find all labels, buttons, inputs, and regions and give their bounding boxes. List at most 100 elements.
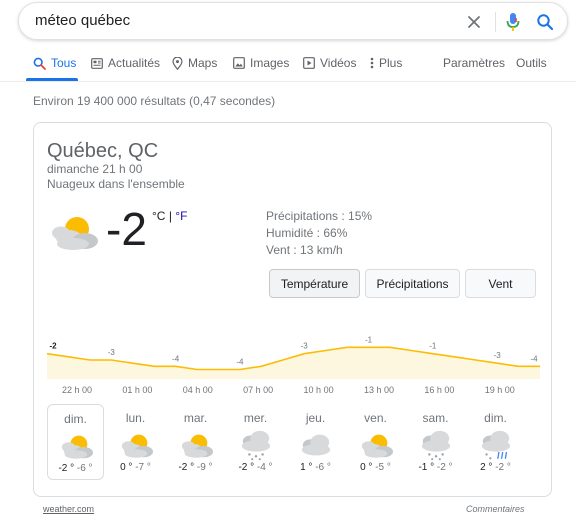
snow-icon [241,430,270,461]
forecast-day[interactable]: sam. -1 ° -2 ° [407,404,464,480]
day-temps: -2 ° -6 ° [48,463,103,474]
tab-more[interactable]: Plus [370,56,402,70]
high-temp: -2 ° [178,462,195,473]
daily-forecast: dim. -2 ° -6 ° lun. 0 ° -7 ° mar. -2 ° -9 ° me… [47,404,527,484]
day-temps: -1 ° -2 ° [407,462,464,473]
celsius-toggle[interactable]: °C [152,209,165,223]
tab-label: Maps [188,56,218,70]
forecast-day[interactable]: dim. 2 ° -2 ° [467,404,524,480]
current-temperature: -2 [106,203,147,255]
tab-label: Images [250,56,290,70]
high-temp: -1 ° [418,462,435,473]
clear-icon[interactable] [462,10,486,34]
map-pin-icon [172,56,183,70]
day-temps: -2 ° -4 ° [227,462,284,473]
low-temp: -6 ° [76,463,93,474]
news-icon [91,57,103,69]
high-temp: 2 ° [480,462,493,473]
low-temp: -5 ° [375,462,391,473]
forecast-day[interactable]: jeu. 1 ° -6 ° [287,404,344,480]
tab-label: Tous [51,56,77,70]
forecast-day[interactable]: dim. -2 ° -6 ° [47,404,104,480]
day-name: jeu. [305,411,326,425]
search-bar[interactable]: méteo québec [18,2,568,40]
search-icon [33,57,46,70]
rain-snow-icon [481,430,510,460]
tab-videos[interactable]: Vidéos [303,56,356,70]
settings-link[interactable]: Paramètres [443,56,505,70]
partly-cloudy-icon [181,434,213,458]
weather-details: Précipitations : 15% Humidité : 66% Vent… [266,208,372,259]
tab-label: Actualités [108,56,161,70]
partly-cloudy-icon [52,217,98,250]
search-input[interactable]: méteo québec [35,12,130,29]
hour-tick: 16 h 00 [424,385,455,395]
day-name: mer. [243,411,268,425]
chart-data-label: -3 [108,348,116,357]
unit-separator: | [168,209,172,223]
day-temps: -2 ° -9 ° [167,462,224,473]
hour-tick: 13 h 00 [363,385,394,395]
feedback-link[interactable]: Commentaires [466,504,525,514]
chart-data-label: -4 [172,354,180,363]
day-name: mar. [183,411,208,425]
high-temp: 1 ° [300,462,313,473]
fahrenheit-toggle[interactable]: °F [175,209,187,223]
weather-location: Québec, QC [47,140,159,162]
wind-button[interactable]: Vent [465,269,536,298]
day-temps: 0 ° -7 ° [107,462,164,473]
low-temp: -2 ° [436,462,453,473]
precipitation-value: Précipitations : 15% [266,209,373,223]
hour-tick: 04 h 00 [182,385,213,395]
tab-maps[interactable]: Maps [172,56,217,70]
more-vertical-icon [370,57,374,69]
high-temp: -2 ° [238,462,255,473]
weather-condition: Nuageux dans l'ensemble [47,177,185,191]
search-icon[interactable] [533,10,557,34]
tab-images[interactable]: Images [233,56,289,70]
chart-data-label: -4 [236,358,244,367]
humidity-value: Humidité : 66% [266,226,348,240]
precipitation-button[interactable]: Précipitations [365,269,460,298]
partly-cloudy-icon [61,435,93,459]
hour-tick: 10 h 00 [303,385,334,395]
hour-tick: 22 h 00 [61,385,93,395]
day-name: dim. [64,412,87,426]
temperature-chart: -2 -3 -4 -4 -3 -1 -1 -3 -4 [47,335,540,379]
chart-data-label: -2 [49,342,57,351]
source-link[interactable]: weather.com [43,504,94,514]
active-tab-indicator [26,78,78,81]
day-name: lun. [125,411,146,425]
temperature-button[interactable]: Température [269,269,360,298]
low-temp: -9 ° [196,462,213,473]
tools-link[interactable]: Outils [516,56,547,70]
day-temps: 1 ° -6 ° [287,462,344,473]
low-temp: -6 ° [315,462,331,473]
high-temp: -2 ° [58,463,75,474]
high-temp: 0 ° [360,462,373,473]
day-temps: 0 ° -5 ° [347,462,404,473]
video-icon [303,57,315,69]
forecast-day[interactable]: mer. -2 ° -4 ° [227,404,284,480]
forecast-day[interactable]: ven. 0 ° -5 ° [347,404,404,480]
day-temps: 2 ° -2 ° [467,462,524,473]
weather-card: Québec, QC dimanche 21 h 00 Nuageux dans… [33,122,552,497]
unit-switcher: °C | °F [152,209,187,223]
chart-data-label: -1 [365,335,373,344]
settings-label: Paramètres [443,56,506,70]
snow-icon [421,430,450,461]
search-divider [495,12,496,32]
weather-datetime: dimanche 21 h 00 [47,162,143,176]
forecast-day[interactable]: lun. 0 ° -7 ° [107,404,164,480]
tab-news[interactable]: Actualités [91,56,160,70]
hour-tick: 19 h 00 [484,385,515,395]
results-stats: Environ 19 400 000 résultats (0,47 secon… [33,94,276,108]
tab-all[interactable]: Tous [33,56,76,70]
tools-label: Outils [516,56,547,70]
forecast-day[interactable]: mar. -2 ° -9 ° [167,404,224,480]
chart-data-label: -4 [530,354,538,363]
tab-label: Vidéos [320,56,357,70]
hour-tick: 07 h 00 [243,385,274,395]
tab-label: Plus [379,56,403,70]
microphone-icon[interactable] [501,10,525,34]
